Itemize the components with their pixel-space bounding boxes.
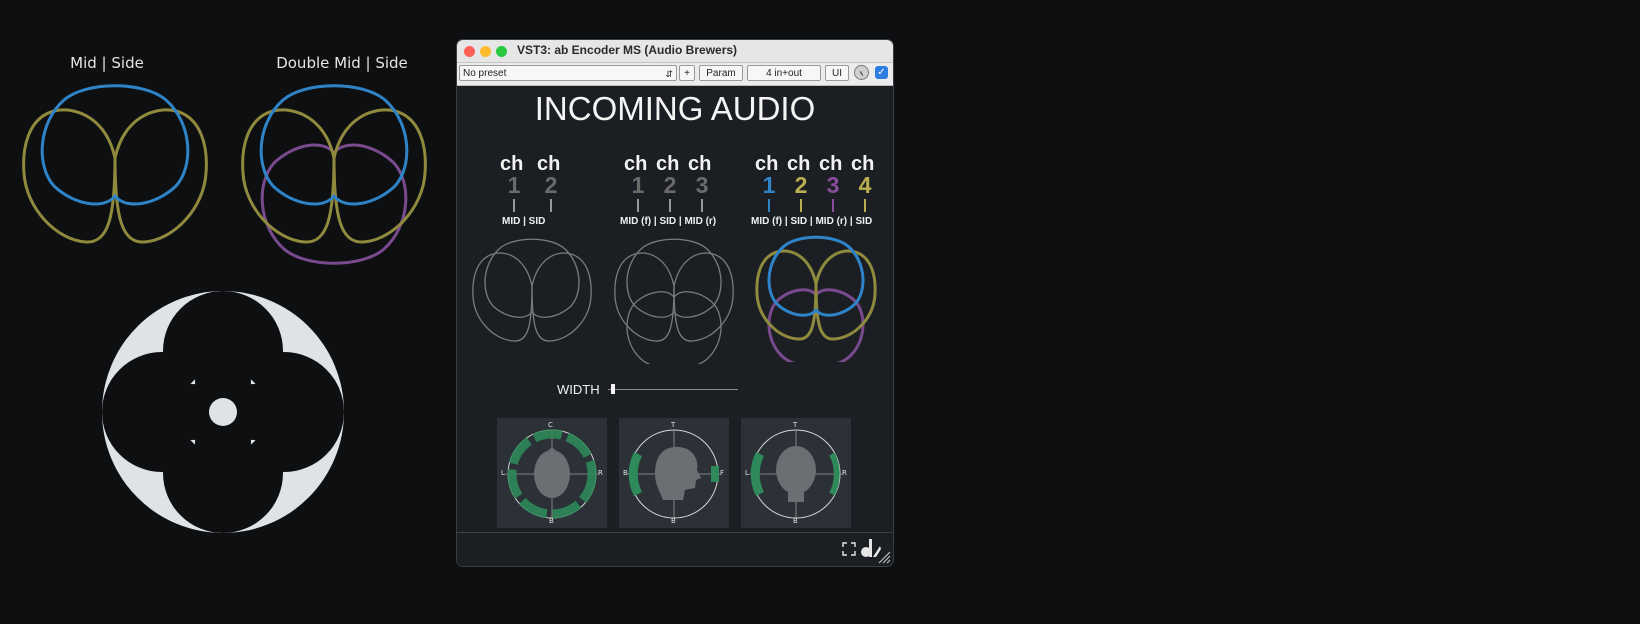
channel-number-1: 1: [762, 172, 776, 198]
scope-front-view-graphic: [749, 429, 843, 519]
bypass-checkbox[interactable]: ✓: [875, 66, 888, 79]
plugin-ui: INCOMING AUDIO ch ch 1 2 MID | SID ch ch…: [457, 86, 893, 566]
side-lobe-right: [113, 108, 208, 244]
scope-top-view-graphic: [505, 429, 599, 519]
channel-roles: MID (f) | SID | MID (r) | SID: [751, 216, 873, 227]
host-toolbar: No preset ⇵ + Param 4 in+out UI ✓: [457, 63, 893, 86]
minimize-window-button[interactable]: [480, 46, 491, 57]
channel-tick: [550, 199, 552, 212]
scope-label-top: T: [671, 421, 676, 429]
scope-label-right: R: [842, 469, 847, 477]
scope-label-right: R: [598, 469, 603, 477]
scope-label-bottom: B: [671, 517, 676, 525]
double-mid-side-polar-diagram: [241, 84, 427, 265]
dms-4ch-pattern-thumbnail: [755, 235, 877, 362]
width-slider-track[interactable]: [608, 389, 738, 390]
scope-label-bottom: B: [549, 517, 554, 525]
scope-label-left: L: [501, 469, 505, 477]
ms-pattern-thumbnail: [472, 238, 592, 342]
channel-roles: MID (f) | SID | MID (r): [620, 216, 717, 227]
wet-dry-knob[interactable]: [854, 65, 869, 80]
zoom-window-button[interactable]: [496, 46, 507, 57]
io-config-button[interactable]: 4 in+out: [747, 65, 821, 81]
fullscreen-icon[interactable]: [842, 542, 856, 556]
scope-side-view-graphic: [627, 429, 721, 519]
channel-number: 2: [663, 172, 677, 198]
scope-label-left: B: [623, 469, 628, 477]
channel-number: 2: [544, 172, 558, 198]
width-label: WIDTH: [557, 382, 600, 397]
scope-label-top: C: [548, 421, 553, 429]
plugin-window: VST3: ab Encoder MS (Audio Brewers) No p…: [456, 39, 894, 567]
add-preset-button[interactable]: +: [679, 65, 695, 81]
width-slider-thumb[interactable]: [610, 384, 615, 394]
dms-3ch-pattern-thumbnail: [614, 238, 734, 364]
channel-roles: MID | SID: [502, 216, 546, 227]
scope-label-bottom: B: [793, 517, 798, 525]
ui-button[interactable]: UI: [825, 65, 849, 81]
mid-side-polar-diagram: [22, 84, 208, 244]
channel-tick: [800, 199, 802, 212]
double-mid-side-caption: Double Mid | Side: [276, 54, 408, 72]
channel-number-2: 2: [794, 172, 808, 198]
side-lobe-left: [241, 108, 336, 244]
channel-number-3: 3: [826, 172, 840, 198]
close-window-button[interactable]: [464, 46, 475, 57]
channel-number-4: 4: [858, 172, 872, 198]
channel-tick: [832, 199, 834, 212]
channel-tick: [701, 199, 703, 212]
scope-label-left: L: [745, 469, 749, 477]
channel-tick: [864, 199, 866, 212]
scope-front-view: T L R B: [741, 418, 851, 528]
incoming-audio-heading: INCOMING AUDIO: [534, 90, 816, 127]
preset-select[interactable]: No preset ⇵: [459, 65, 677, 81]
channel-number: 1: [507, 172, 521, 198]
scope-side-view: T B F B: [619, 418, 729, 528]
channel-number: 1: [631, 172, 645, 198]
overlap-pattern-graphic: [102, 291, 344, 533]
side-lobe-left: [22, 108, 117, 244]
resize-grip-icon[interactable]: [877, 550, 891, 564]
mid-side-caption: Mid | Side: [70, 54, 144, 72]
scope-label-right: F: [720, 469, 725, 477]
up-down-arrows-icon: ⇵: [665, 69, 673, 79]
param-button[interactable]: Param: [699, 65, 743, 81]
side-lobe-right: [332, 108, 427, 244]
channel-tick: [637, 199, 639, 212]
channel-tick: [669, 199, 671, 212]
scope-top-view: C L R B: [497, 418, 607, 528]
scope-label-top: T: [793, 421, 798, 429]
window-titlebar[interactable]: VST3: ab Encoder MS (Audio Brewers): [457, 40, 893, 63]
channel-tick: [768, 199, 770, 212]
channel-number: 3: [695, 172, 709, 198]
window-title: VST3: ab Encoder MS (Audio Brewers): [517, 43, 738, 57]
preset-select-value: No preset: [463, 68, 507, 79]
channel-tick: [513, 199, 515, 212]
footer-divider: [457, 532, 893, 533]
